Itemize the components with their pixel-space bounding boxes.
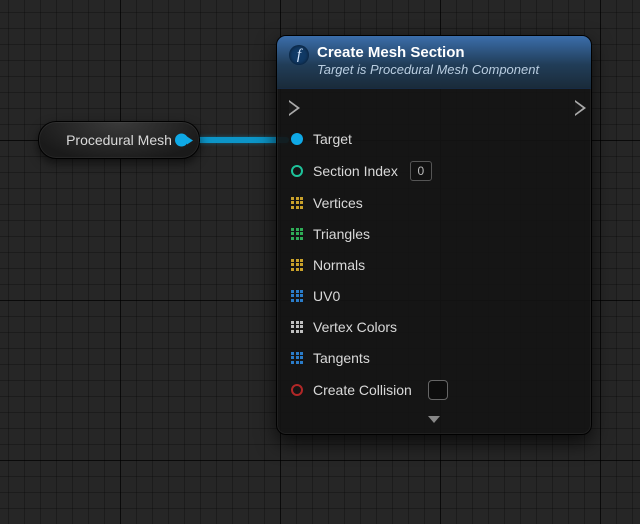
input-pin-vertex-colors[interactable]: [291, 321, 303, 333]
pin-row-tangents: Tangents: [291, 349, 577, 367]
chevron-down-icon: [428, 416, 440, 423]
function-node-header[interactable]: f Create Mesh Section Target is Procedur…: [277, 36, 591, 89]
pin-row-target: Target: [291, 130, 577, 148]
pin-label: Create Collision: [313, 382, 412, 398]
function-node-body: Target Section Index 0 Vertices Triangle…: [277, 89, 591, 408]
pin-label: Target: [313, 131, 352, 147]
input-pin-uv0[interactable]: [291, 290, 303, 302]
pin-row-uv0: UV0: [291, 287, 577, 305]
pin-label: Vertices: [313, 195, 363, 211]
input-pin-normals[interactable]: [291, 259, 303, 271]
pin-label: Triangles: [313, 226, 370, 242]
pin-label: UV0: [313, 288, 340, 304]
input-pin-target[interactable]: [291, 133, 303, 145]
pin-row-normals: Normals: [291, 256, 577, 274]
variable-node-label: Procedural Mesh: [66, 132, 172, 148]
function-title: Create Mesh Section: [317, 44, 539, 62]
pin-label: Vertex Colors: [313, 319, 397, 335]
function-node-create-mesh-section[interactable]: f Create Mesh Section Target is Procedur…: [276, 35, 592, 435]
input-pin-tangents[interactable]: [291, 352, 303, 364]
pin-row-create-collision: Create Collision: [291, 380, 577, 400]
function-icon: f: [289, 45, 309, 65]
wire-procedural-mesh-to-target[interactable]: [189, 137, 289, 143]
input-pin-triangles[interactable]: [291, 228, 303, 240]
pin-row-triangles: Triangles: [291, 225, 577, 243]
expand-node-button[interactable]: [277, 408, 591, 434]
create-collision-checkbox[interactable]: [428, 380, 448, 400]
variable-output-pin[interactable]: [175, 134, 193, 147]
input-pin-create-collision[interactable]: [291, 384, 303, 396]
pin-label: Section Index: [313, 163, 398, 179]
pin-label: Normals: [313, 257, 365, 273]
pin-label: Tangents: [313, 350, 370, 366]
pin-row-vertex-colors: Vertex Colors: [291, 318, 577, 336]
section-index-input[interactable]: 0: [410, 161, 432, 181]
pin-row-section-index: Section Index 0: [291, 161, 577, 181]
pin-row-vertices: Vertices: [291, 194, 577, 212]
variable-node-procedural-mesh[interactable]: Procedural Mesh: [38, 121, 200, 159]
input-pin-section-index[interactable]: [291, 165, 303, 177]
input-pin-vertices[interactable]: [291, 197, 303, 209]
function-subtitle: Target is Procedural Mesh Component: [317, 62, 539, 78]
